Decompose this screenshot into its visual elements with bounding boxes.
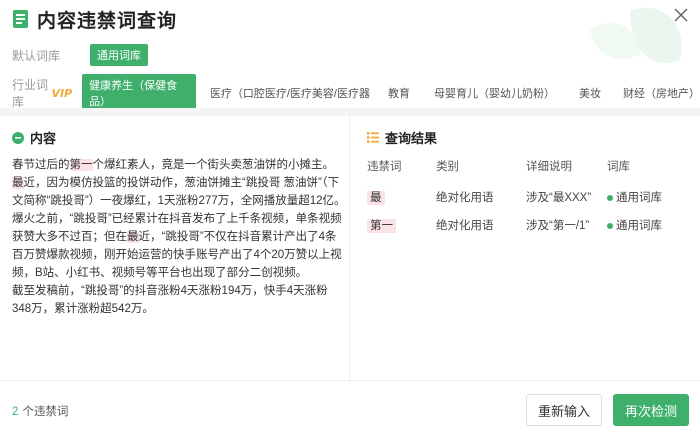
industry-library-row: 行业词库 VIP 健康养生（保健食品） 医疗（口腔医疗/医疗美容/医疗器 教育 …: [12, 74, 700, 112]
industry-option[interactable]: 财经（房地产）: [623, 85, 700, 101]
status-dot-icon: [607, 222, 613, 229]
list-icon: [367, 132, 379, 143]
count-label: 个违禁词: [22, 406, 69, 418]
text-segment: 个爆红素人，竟是一个街头卖葱油饼的小摊主。: [92, 159, 335, 171]
detail-cell: 涉及“最XXX”: [526, 192, 592, 204]
results-panel-header: 查询结果: [367, 128, 437, 147]
results-panel-title: 查询结果: [385, 131, 438, 146]
count-number: 2: [12, 406, 19, 418]
content-paragraph: 最近，因为模仿投篮的投饼动作，葱油饼摊主“跳投哥 葱油饼”（下文简称“跳投哥”）…: [12, 174, 346, 210]
industry-option-selected[interactable]: 健康养生（保健食品）: [82, 74, 196, 112]
word-cell: 最: [367, 189, 436, 205]
content-panel-header: 内容: [12, 128, 56, 147]
column-header: 违禁词: [367, 161, 402, 173]
results-table: 违禁词 类别 详细说明 词库 最 绝对化用语 涉及“最XXX” 通用词库 第一 …: [367, 158, 687, 234]
banned-word-count: 2 个违禁词: [12, 403, 68, 419]
vip-badge: VIP: [51, 86, 73, 100]
highlighted-word: 最: [127, 231, 139, 243]
content-paragraph: 春节过后的第一个爆红素人，竟是一个街头卖葱油饼的小摊主。: [12, 156, 346, 174]
industry-option[interactable]: 教育: [388, 85, 410, 101]
text-segment: 近，因为模仿投篮的投饼动作，葱油饼摊主“跳投哥 葱油饼”（下文简称“跳投哥”）一…: [12, 177, 346, 207]
default-library-row: 默认词库 通用词库: [12, 44, 148, 66]
industry-option[interactable]: 医疗（口腔医疗/医疗美容/医疗器: [210, 85, 370, 101]
word-cell: 第一: [367, 217, 436, 233]
table-row: 第一 绝对化用语 涉及“第一/1” 通用词库: [367, 216, 687, 234]
industry-option[interactable]: 美妆: [579, 85, 601, 101]
close-icon[interactable]: [674, 8, 688, 22]
content-panel-title: 内容: [30, 131, 57, 146]
default-library-chip[interactable]: 通用词库: [90, 44, 148, 66]
industry-library-label: 行业词库: [12, 78, 49, 109]
chat-bubble-icon: [12, 131, 24, 144]
column-header: 类别: [436, 161, 459, 173]
content-panel: 内容 春节过后的第一个爆红素人，竟是一个街头卖葱油饼的小摊主。 最近，因为模仿投…: [0, 116, 350, 380]
table-header-row: 违禁词 类别 详细说明 词库: [367, 158, 687, 174]
library-name: 通用词库: [616, 192, 662, 204]
footer: 2 个违禁词 重新输入 再次检测: [0, 380, 700, 434]
status-dot-icon: [607, 194, 613, 201]
recheck-button[interactable]: 再次检测: [613, 394, 689, 426]
document-icon: [13, 10, 28, 28]
text-segment: 春节过后的: [12, 159, 70, 171]
column-header: 详细说明: [526, 161, 572, 173]
highlighted-word: 最: [12, 177, 24, 189]
banned-word: 最: [367, 191, 385, 205]
results-panel: 查询结果 违禁词 类别 详细说明 词库 最 绝对化用语 涉及“最XXX” 通用词…: [351, 116, 700, 380]
detail-cell: 涉及“第一/1”: [526, 220, 590, 232]
reset-button[interactable]: 重新输入: [526, 394, 602, 426]
library-cell: 通用词库: [607, 189, 687, 205]
text-segment: 截至发稿前，“跳投哥”的抖音涨粉4天涨粉194万，快手4天涨粉348万，累计涨粉…: [12, 285, 328, 315]
category-cell: 绝对化用语: [436, 192, 494, 204]
library-cell: 通用词库: [607, 217, 687, 233]
highlighted-word: 第一: [69, 159, 93, 171]
table-row: 最 绝对化用语 涉及“最XXX” 通用词库: [367, 188, 687, 206]
content-paragraph: 截至发稿前，“跳投哥”的抖音涨粉4天涨粉194万，快手4天涨粉348万，累计涨粉…: [12, 282, 346, 318]
default-library-label: 默认词库: [12, 48, 61, 63]
column-header: 词库: [607, 161, 630, 173]
industry-option[interactable]: 母婴育儿（婴幼儿奶粉）: [434, 85, 555, 101]
category-cell: 绝对化用语: [436, 220, 494, 232]
section-divider: [0, 108, 700, 116]
content-text-area[interactable]: 春节过后的第一个爆红素人，竟是一个街头卖葱油饼的小摊主。 最近，因为模仿投篮的投…: [12, 156, 346, 318]
content-paragraph: 爆火之前，“跳投哥”已经累计在抖音发布了上千条视频，单条视频获赞大多不过百；但在…: [12, 210, 346, 282]
page-title: 内容违禁词查询: [37, 10, 178, 32]
banned-word: 第一: [367, 219, 396, 233]
library-name: 通用词库: [616, 220, 662, 232]
dialog-header: 内容违禁词查询: [12, 6, 177, 32]
